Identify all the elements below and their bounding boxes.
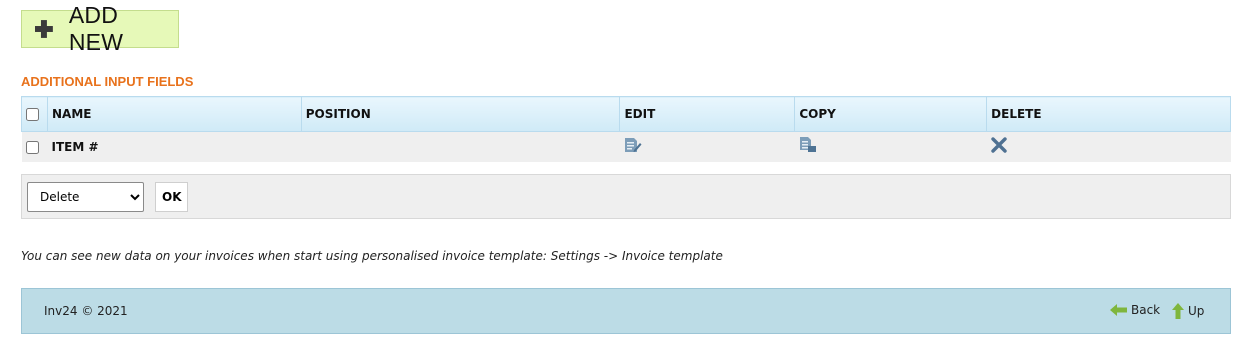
page-footer: Inv24 © 2021 Back Up [21,288,1231,334]
add-new-button[interactable]: ADD NEW [21,2,179,55]
info-note: You can see new data on your invoices wh… [21,249,723,263]
copy-icon[interactable] [799,137,817,153]
bulk-action-select[interactable]: Delete [27,182,144,212]
plus-icon [35,20,53,38]
row-edit-cell [619,131,795,162]
table-header-row: NAME POSITION EDIT COPY DELETE [21,96,1231,132]
row-position [301,131,620,162]
copyright-text: Inv24 © 2021 [44,304,128,318]
select-all-cell [21,96,48,132]
row-checkbox[interactable] [25,140,39,154]
back-label: Back [1131,303,1161,317]
delete-icon[interactable] [990,137,1007,153]
arrow-left-icon [1110,304,1127,316]
row-copy-cell [794,131,987,162]
fields-table: NAME POSITION EDIT COPY DELETE ITEM # [21,96,1231,162]
section-title: ADDITIONAL INPUT FIELDS [21,74,194,89]
column-header-edit: EDIT [619,96,796,132]
bulk-actions-bar: Delete OK [21,174,1231,219]
column-header-copy: COPY [794,96,988,132]
back-link[interactable]: Back [1110,303,1160,317]
up-link[interactable]: Up [1172,303,1204,319]
row-name: ITEM # [47,131,302,162]
column-header-name[interactable]: NAME [46,96,302,132]
arrow-up-icon [1172,303,1184,319]
edit-icon[interactable] [624,137,642,153]
ok-button[interactable]: OK [155,182,188,212]
select-all-checkbox[interactable] [26,108,39,121]
table-row: ITEM # [21,131,1231,162]
column-header-position[interactable]: POSITION [300,96,621,132]
add-new-label: ADD NEW [68,2,124,55]
row-delete-cell [986,131,1231,162]
row-select-cell [21,131,48,162]
column-header-delete: DELETE [986,96,1231,132]
up-label: Up [1188,304,1205,318]
